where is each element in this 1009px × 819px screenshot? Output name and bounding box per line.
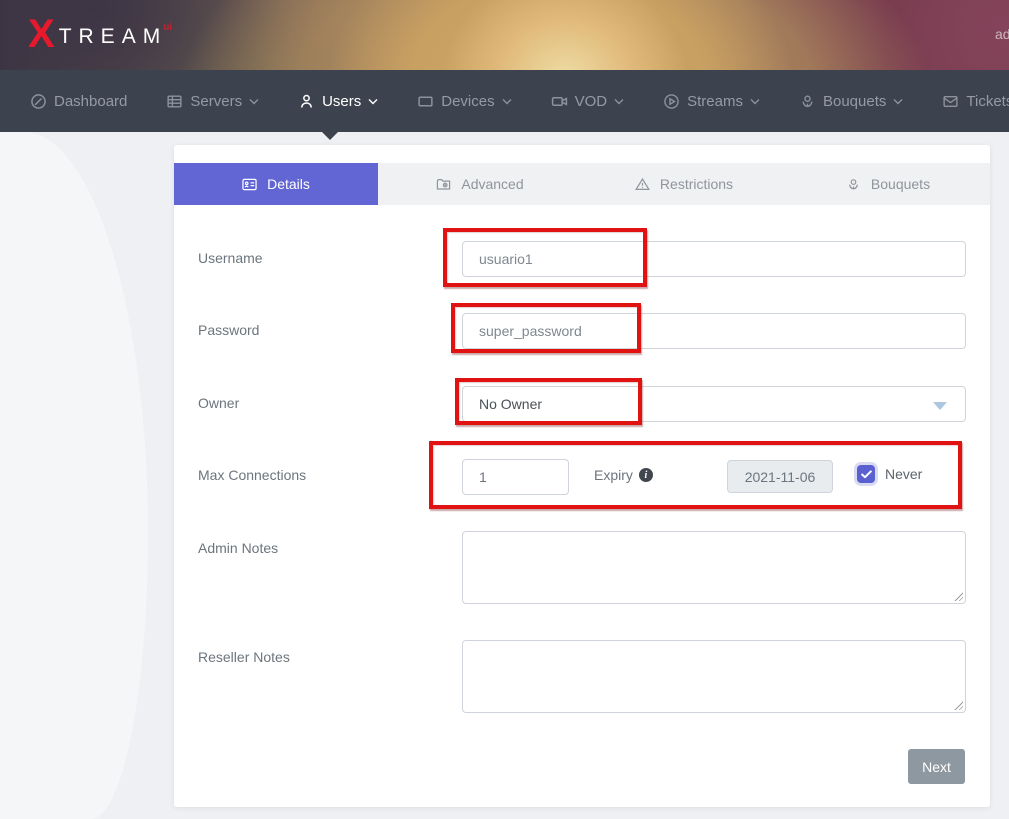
nav-label: Users <box>322 93 361 110</box>
select-caret-icon <box>933 402 947 410</box>
page: X TREAM ui ad Dashboard Servers Users De… <box>0 0 1009 819</box>
nav-item-tickets[interactable]: Tickets <box>942 93 1009 110</box>
account-name-text[interactable]: ad <box>995 26 1009 42</box>
device-tablet-icon <box>417 93 434 110</box>
user-person-icon <box>298 93 315 110</box>
nav-label: Bouquets <box>823 93 886 110</box>
tab-advanced[interactable]: Advanced <box>378 163 582 205</box>
chevron-down-icon <box>368 98 378 105</box>
play-circle-icon <box>663 93 680 110</box>
tab-bouquets[interactable]: Bouquets <box>786 163 990 205</box>
chevron-down-icon <box>614 98 624 105</box>
nav-label: Streams <box>687 93 743 110</box>
dashboard-gauge-icon <box>30 93 47 110</box>
admin-notes-label: Admin Notes <box>198 540 278 556</box>
admin-notes-textarea[interactable] <box>462 531 966 604</box>
form-tabs: Details Advanced Restrictions Bouquets <box>174 163 990 205</box>
video-camera-icon <box>551 93 568 110</box>
nav-item-servers[interactable]: Servers <box>166 93 259 110</box>
app-header: X TREAM ui ad <box>0 0 1009 70</box>
chevron-down-icon <box>502 98 512 105</box>
owner-label: Owner <box>198 395 239 411</box>
nav-label: Tickets <box>966 93 1009 110</box>
tab-label: Details <box>267 176 310 192</box>
main-nav: Dashboard Servers Users Devices VOD Stre… <box>0 70 1009 132</box>
password-label: Password <box>198 322 259 338</box>
warning-triangle-icon <box>635 177 650 192</box>
chevron-down-icon <box>249 98 259 105</box>
id-card-icon <box>242 177 257 192</box>
tab-label: Bouquets <box>871 176 930 192</box>
annotation-rect-username <box>443 228 647 287</box>
background-swirl-shape <box>0 132 148 819</box>
max-connections-label: Max Connections <box>198 467 306 483</box>
active-nav-pointer <box>321 131 339 140</box>
nav-item-bouquets[interactable]: Bouquets <box>799 93 903 110</box>
next-button[interactable]: Next <box>908 749 965 784</box>
nav-label: Devices <box>441 93 494 110</box>
flower-icon <box>799 93 816 110</box>
nav-label: VOD <box>575 93 608 110</box>
annotation-rect-max-connections <box>429 441 962 509</box>
logo-text: TREAM <box>59 26 168 47</box>
chevron-down-icon <box>893 98 903 105</box>
tab-restrictions[interactable]: Restrictions <box>582 163 786 205</box>
logo-superscript: ui <box>163 22 172 33</box>
nav-item-users[interactable]: Users <box>298 93 378 110</box>
xtream-logo[interactable]: X TREAM ui <box>28 14 172 54</box>
nav-item-dashboard[interactable]: Dashboard <box>30 93 127 110</box>
tab-label: Restrictions <box>660 176 733 192</box>
servers-table-icon <box>166 93 183 110</box>
flower-icon <box>846 177 861 192</box>
chevron-down-icon <box>750 98 760 105</box>
reseller-notes-label: Reseller Notes <box>198 649 290 665</box>
tab-label: Advanced <box>461 176 523 192</box>
folder-gear-icon <box>436 177 451 192</box>
nav-item-devices[interactable]: Devices <box>417 93 511 110</box>
tab-details[interactable]: Details <box>174 163 378 205</box>
nav-item-streams[interactable]: Streams <box>663 93 760 110</box>
envelope-icon <box>942 93 959 110</box>
nav-item-vod[interactable]: VOD <box>551 93 625 110</box>
reseller-notes-textarea[interactable] <box>462 640 966 713</box>
logo-x-letter: X <box>28 14 55 54</box>
username-label: Username <box>198 250 263 266</box>
nav-label: Servers <box>190 93 242 110</box>
nav-label: Dashboard <box>54 93 127 110</box>
annotation-rect-password <box>451 303 641 353</box>
annotation-rect-owner <box>455 378 642 425</box>
